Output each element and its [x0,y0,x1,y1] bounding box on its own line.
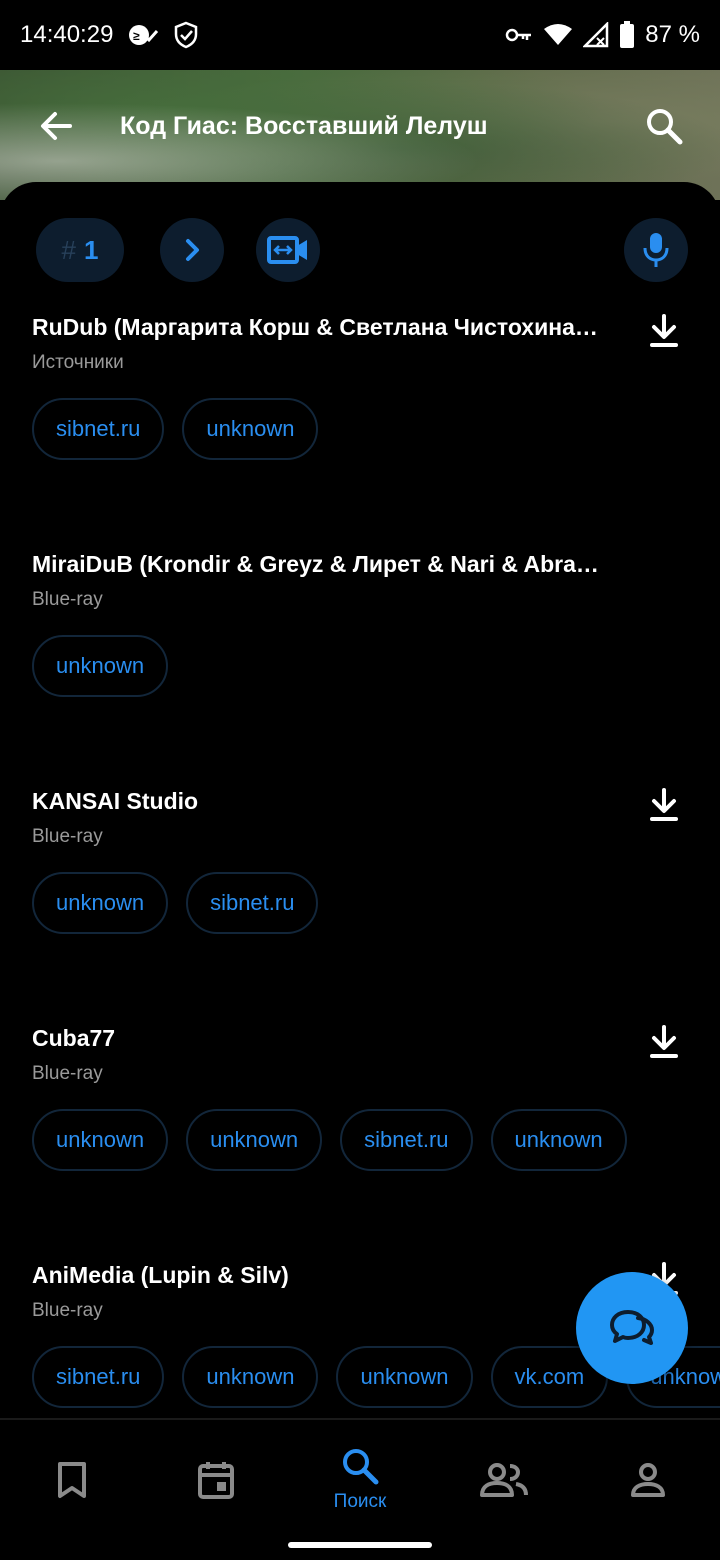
episode-selector[interactable]: # 1 [36,218,124,282]
nav-search-label: Поиск [333,1491,387,1512]
video-swap-icon [267,236,307,264]
arrow-left-icon [41,112,72,140]
search-icon [343,1449,379,1485]
chat-bubbles-icon [610,1310,654,1345]
episode-hash: # [61,234,76,265]
vpn-check-icon: ≥ [127,23,159,47]
release-item[interactable]: KANSAI Studio Blue-ray unknown sibnet.ru [0,786,720,986]
source-tag[interactable]: unknown [336,1346,473,1408]
chevron-right-icon [186,239,199,261]
release-tags: unknown sibnet.ru [32,872,319,934]
nav-bookmarks[interactable] [0,1420,144,1540]
release-source-type: Blue-ray [32,1300,103,1321]
source-tag[interactable]: sibnet.ru [186,872,319,934]
source-tag[interactable]: unknown [490,1109,627,1171]
video-mode-button[interactable] [256,218,320,282]
battery-icon [619,21,635,49]
download-icon [650,314,678,347]
svg-text:≥: ≥ [133,29,140,43]
home-indicator[interactable] [288,1542,432,1548]
microphone-icon [643,233,669,267]
search-icon [647,109,683,145]
release-name: MiraiDuB (Krondir & Greyz & Лирет & Nari… [32,551,602,577]
bookmark-icon [58,1462,86,1498]
download-icon [650,1025,678,1058]
status-bar: 14:40:29 ≥ 87 % [0,0,720,70]
releases-sheet: # 1 RuDub (Маргарита Корш & Светлана Чис… [0,182,720,1418]
bottom-navigation: Поиск [0,1418,720,1560]
release-tags: unknown [32,635,169,697]
release-item[interactable]: RuDub (Маргарита Корш & Светлана Чистохи… [0,312,720,512]
friends-icon [480,1463,528,1497]
source-tag[interactable]: unknown [32,635,169,697]
nav-calendar[interactable] [144,1420,288,1540]
release-name: KANSAI Studio [32,788,199,814]
wifi-icon [543,23,573,47]
next-episode-button[interactable] [160,218,224,282]
source-tag[interactable]: sibnet.ru [32,1346,165,1408]
source-tag[interactable]: unknown [32,1109,169,1171]
cellular-signal-icon [583,22,609,48]
release-tags: unknown unknown sibnet.ru unknown [32,1109,627,1171]
source-tag[interactable]: sibnet.ru [340,1109,473,1171]
voice-search-button[interactable] [624,218,688,282]
release-item[interactable]: Cuba77 Blue-ray unknown unknown sibnet.ru unk… [0,1023,720,1223]
back-button[interactable] [24,94,88,158]
calendar-icon [198,1462,234,1499]
search-button[interactable] [632,94,696,158]
release-name: AniMedia (Lupin & Silv) [32,1262,289,1288]
player-controls: # 1 [0,218,720,282]
source-tag[interactable]: sibnet.ru [32,398,165,460]
source-tag[interactable]: unknown [32,872,169,934]
comments-fab[interactable] [576,1272,688,1384]
download-button[interactable] [640,312,688,352]
source-tag[interactable]: unknown [186,1109,323,1171]
nav-friends[interactable] [432,1420,576,1540]
download-button[interactable] [640,1023,688,1063]
profile-icon [631,1463,665,1497]
clock: 14:40:29 [20,21,114,48]
release-item[interactable]: MiraiDuB (Krondir & Greyz & Лирет & Nari… [0,549,720,749]
nav-search[interactable]: Поиск [288,1420,432,1540]
release-source-type: Blue-ray [32,826,103,847]
nav-profile[interactable] [576,1420,720,1540]
release-name: RuDub (Маргарита Корш & Светлана Чистохи… [32,314,598,340]
page-title: Код Гиас: Восставший Лелуш [120,111,488,140]
release-name: Cuba77 [32,1025,116,1051]
battery-percent: 87 % [645,21,700,48]
download-icon [650,788,678,821]
release-source-type: Источники [32,352,124,373]
release-tags: sibnet.ru unknown [32,398,319,460]
source-tag[interactable]: unknown [182,398,319,460]
key-icon [505,26,533,44]
source-tag[interactable]: unknown [182,1346,319,1408]
download-button[interactable] [640,786,688,826]
app-toolbar: Код Гиас: Восставший Лелуш [0,70,720,182]
shield-icon [173,21,199,49]
release-source-type: Blue-ray [32,589,103,610]
episode-number: 1 [84,234,99,265]
release-source-type: Blue-ray [32,1063,103,1084]
